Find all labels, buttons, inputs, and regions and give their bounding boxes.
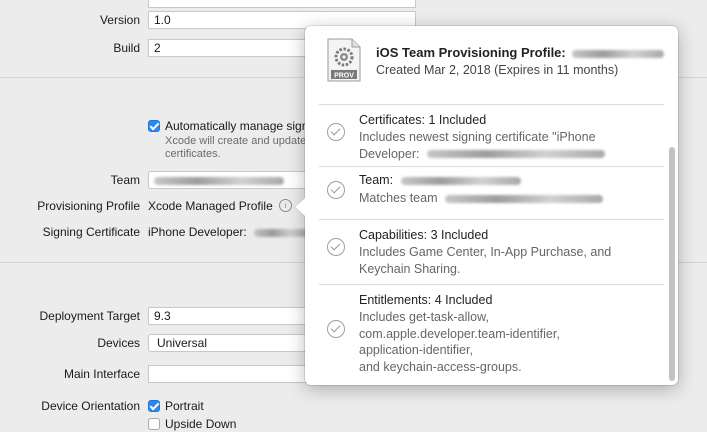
certificates-body-developer: Developer: xyxy=(359,146,420,161)
popover-divider xyxy=(319,219,664,220)
team-title: Team: xyxy=(359,173,521,187)
capabilities-check-icon xyxy=(327,238,345,256)
capabilities-title: Capabilities: 3 Included xyxy=(359,228,489,242)
certificates-check-icon xyxy=(327,123,345,141)
devices-value: Universal xyxy=(157,336,208,350)
team-section: Team: Matches team xyxy=(305,168,655,218)
popover-subtitle: Created Mar 2, 2018 (Expires in 11 month… xyxy=(376,63,619,77)
popover-divider xyxy=(319,166,664,167)
certificates-body-line2: Developer: xyxy=(359,146,649,163)
auto-manage-hint: Xcode will create and update certificate… xyxy=(165,135,306,161)
capabilities-body-line1: Includes Game Center, In-App Purchase, a… xyxy=(359,245,612,259)
signing-certificate-text: iPhone Developer: xyxy=(148,225,247,239)
popover-divider xyxy=(319,104,664,105)
entitlements-body: Includes get-task-allow, com.apple.devel… xyxy=(359,309,649,375)
certificate-name-redacted xyxy=(254,228,310,237)
team-body-text: Matches team xyxy=(359,191,438,205)
signing-certificate-value: iPhone Developer: xyxy=(148,225,310,239)
capabilities-body-line2: Keychain Sharing. xyxy=(359,261,461,276)
popover-title-text: iOS Team Provisioning Profile: xyxy=(376,45,566,60)
top-partial-field[interactable] xyxy=(148,0,416,8)
popover-divider xyxy=(319,284,664,285)
deployment-target-label: Deployment Target xyxy=(39,309,141,323)
entitlements-body-line3: application-identifier, xyxy=(359,343,473,357)
entitlements-title: Entitlements: 4 Included xyxy=(359,293,493,307)
build-label: Build xyxy=(113,41,140,55)
portrait-checkbox[interactable] xyxy=(148,400,160,412)
popover-title: iOS Team Provisioning Profile: xyxy=(376,45,665,60)
entitlements-body-line1: Includes get-task-allow, xyxy=(359,310,489,324)
popover-arrow xyxy=(295,198,305,216)
entitlements-section: Entitlements: 4 Included Includes get-ta… xyxy=(305,286,655,381)
deployment-target-field[interactable]: 9.3 xyxy=(148,307,308,325)
team-body: Matches team xyxy=(359,190,649,207)
info-icon[interactable]: i xyxy=(279,199,292,212)
capabilities-body: Includes Game Center, In-App Purchase, a… xyxy=(359,244,649,277)
certificates-body-line1: Includes newest signing certificate "iPh… xyxy=(359,130,596,144)
developer-name-redacted xyxy=(426,150,605,159)
entitlements-check-icon xyxy=(327,320,345,338)
provisioning-profile-popover: PROV iOS Team Provisioning Profile: Crea… xyxy=(295,26,678,385)
devices-popup[interactable]: Universal xyxy=(148,334,308,352)
auto-manage-signing-label[interactable]: Automatically manage signi xyxy=(165,119,311,133)
team-title-text: Team: xyxy=(359,173,394,187)
capabilities-section: Capabilities: 3 Included Includes Game C… xyxy=(305,221,655,281)
team-match-redacted xyxy=(445,194,603,203)
auto-manage-signing-checkbox[interactable] xyxy=(148,120,160,132)
certificates-body: Includes newest signing certificate "iPh… xyxy=(359,129,649,162)
team-name-redacted xyxy=(154,176,284,185)
entitlements-body-line4: and keychain-access-groups. xyxy=(359,359,522,374)
devices-label: Devices xyxy=(97,336,140,350)
main-interface-label: Main Interface xyxy=(63,367,140,381)
certificates-section: Certificates: 1 Included Includes newest… xyxy=(305,106,655,164)
popover-scrollbar[interactable] xyxy=(669,147,675,381)
team-check-icon xyxy=(327,181,345,199)
team-label: Team xyxy=(110,173,140,187)
provisioning-profile-file-icon: PROV xyxy=(327,38,361,82)
upside-down-label[interactable]: Upside Down xyxy=(165,417,236,431)
signing-certificate-label: Signing Certificate xyxy=(42,225,140,239)
portrait-label[interactable]: Portrait xyxy=(165,399,204,413)
team-popup[interactable] xyxy=(148,171,308,189)
main-interface-field[interactable] xyxy=(148,365,308,383)
profile-name-redacted xyxy=(572,49,665,58)
team-title-redacted xyxy=(400,176,521,185)
provisioning-profile-value: Xcode Managed Profile xyxy=(148,199,273,213)
version-label: Version xyxy=(99,13,140,27)
auto-manage-hint-line2: certificates. xyxy=(165,148,221,160)
certificates-title: Certificates: 1 Included xyxy=(359,113,487,127)
device-orientation-label: Device Orientation xyxy=(41,399,140,413)
upside-down-checkbox[interactable] xyxy=(148,418,160,430)
auto-manage-hint-line1: Xcode will create and update xyxy=(165,135,307,147)
prov-icon-text: PROV xyxy=(334,73,354,80)
provisioning-profile-label: Provisioning Profile xyxy=(37,199,140,213)
entitlements-body-line2: com.apple.developer.team-identifier, xyxy=(359,326,560,341)
